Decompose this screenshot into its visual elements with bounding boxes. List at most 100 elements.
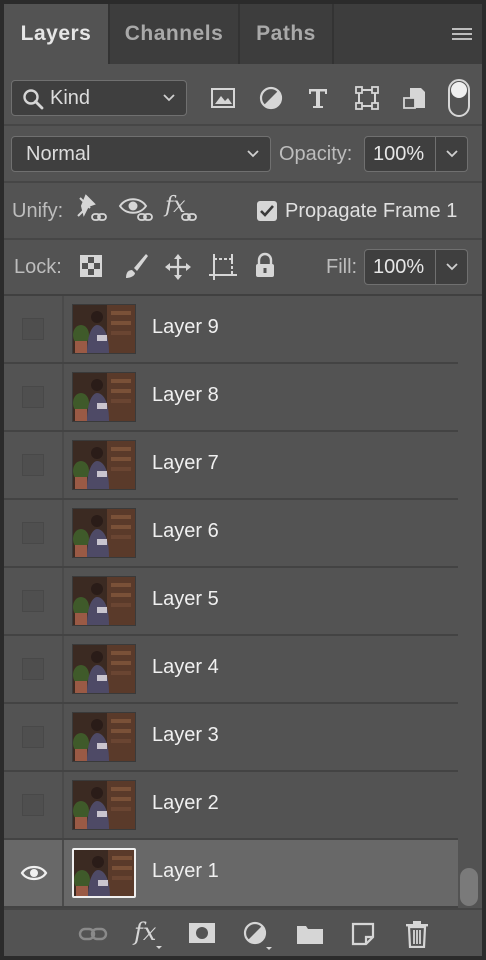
layer-row[interactable]: Layer 6 bbox=[4, 500, 458, 568]
layer-name[interactable]: Layer 5 bbox=[152, 588, 219, 611]
layer-thumbnail bbox=[72, 576, 136, 626]
chevron-down-icon bbox=[446, 150, 458, 158]
scrollbar-thumb[interactable] bbox=[460, 868, 478, 906]
unify-position-icon[interactable] bbox=[74, 194, 110, 226]
panel-menu-icon[interactable] bbox=[452, 28, 472, 42]
propagate-label: Propagate Frame 1 bbox=[285, 200, 458, 222]
layer-row[interactable]: Layer 5 bbox=[4, 568, 458, 636]
layers-panel: Layers Channels Paths Kind Normal Opacit… bbox=[4, 4, 482, 956]
type-filter-icon[interactable] bbox=[306, 85, 330, 111]
layer-visibility-toggle[interactable] bbox=[4, 772, 64, 838]
layer-thumbnail-image bbox=[73, 373, 135, 421]
propagate-checkbox[interactable] bbox=[257, 201, 277, 221]
opacity-input[interactable]: 100% bbox=[364, 136, 436, 172]
tab-layers[interactable]: Layers bbox=[4, 4, 108, 64]
lock-artboard-icon[interactable] bbox=[208, 253, 238, 281]
layer-thumbnail bbox=[72, 440, 136, 490]
visibility-empty-box bbox=[22, 590, 44, 612]
layer-visibility-toggle[interactable] bbox=[4, 636, 64, 702]
layer-thumbnail-image bbox=[73, 781, 135, 829]
chevron-down-icon bbox=[446, 263, 458, 271]
lock-position-icon[interactable] bbox=[164, 253, 192, 281]
visibility-empty-box bbox=[22, 522, 44, 544]
image-filter-icon[interactable] bbox=[210, 86, 236, 110]
visibility-empty-box bbox=[22, 794, 44, 816]
svg-text:fx: fx bbox=[132, 918, 157, 946]
lock-image-pixels-icon[interactable] bbox=[122, 252, 150, 280]
layer-visibility-toggle[interactable] bbox=[4, 840, 64, 906]
blend-mode-select[interactable]: Normal bbox=[11, 136, 271, 172]
layer-visibility-toggle[interactable] bbox=[4, 500, 64, 566]
layer-style-icon[interactable]: fx bbox=[132, 918, 166, 952]
smart-object-filter-icon[interactable] bbox=[402, 85, 428, 111]
layer-thumbnail-image bbox=[74, 850, 134, 896]
layers-list: Layer 9 Layer 8 Layer 7 Layer 6 Layer 5 … bbox=[4, 296, 458, 908]
layer-thumbnail-image bbox=[73, 645, 135, 693]
layer-thumbnail bbox=[72, 644, 136, 694]
add-mask-icon[interactable] bbox=[188, 922, 216, 944]
layer-name[interactable]: Layer 2 bbox=[152, 792, 219, 815]
filter-kind-label: Kind bbox=[50, 86, 91, 109]
layer-name[interactable]: Layer 3 bbox=[152, 724, 219, 747]
layer-name[interactable]: Layer 9 bbox=[152, 316, 219, 339]
filter-toggle-switch[interactable] bbox=[448, 79, 470, 117]
lock-all-icon[interactable] bbox=[254, 252, 276, 280]
layer-row[interactable]: Layer 3 bbox=[4, 704, 458, 772]
visibility-empty-box bbox=[22, 454, 44, 476]
link-layers-icon[interactable] bbox=[78, 924, 108, 944]
opacity-label: Opacity: bbox=[279, 143, 353, 165]
lock-transparent-pixels-icon[interactable] bbox=[80, 255, 102, 277]
layer-visibility-toggle[interactable] bbox=[4, 704, 64, 770]
layer-thumbnail-image bbox=[73, 441, 135, 489]
layer-name[interactable]: Layer 8 bbox=[152, 384, 219, 407]
layer-name[interactable]: Layer 7 bbox=[152, 452, 219, 475]
layer-name[interactable]: Layer 4 bbox=[152, 656, 219, 679]
opacity-dropdown-button[interactable] bbox=[436, 136, 468, 172]
fill-dropdown-button[interactable] bbox=[436, 249, 468, 285]
eye-icon bbox=[20, 865, 48, 881]
layer-visibility-toggle[interactable] bbox=[4, 432, 64, 498]
lock-label: Lock: bbox=[14, 256, 62, 278]
trash-icon[interactable] bbox=[404, 920, 430, 948]
layer-visibility-toggle[interactable] bbox=[4, 364, 64, 430]
fill-label: Fill: bbox=[326, 256, 358, 278]
layer-name[interactable]: Layer 6 bbox=[152, 520, 219, 543]
shape-filter-icon[interactable] bbox=[354, 85, 380, 111]
layer-row[interactable]: Layer 7 bbox=[4, 432, 458, 500]
tab-paths[interactable]: Paths bbox=[240, 4, 332, 64]
layer-thumbnail bbox=[72, 848, 136, 898]
tab-bar: Layers Channels Paths bbox=[4, 4, 482, 64]
filter-kind-select[interactable]: Kind bbox=[11, 80, 187, 116]
layer-thumbnail bbox=[72, 304, 136, 354]
tab-channels[interactable]: Channels bbox=[110, 4, 238, 64]
new-layer-icon[interactable] bbox=[350, 921, 376, 947]
checkmark-icon bbox=[260, 205, 274, 217]
visibility-empty-box bbox=[22, 726, 44, 748]
layer-thumbnail-image bbox=[73, 305, 135, 353]
layer-row[interactable]: Layer 8 bbox=[4, 364, 458, 432]
layer-row[interactable]: Layer 4 bbox=[4, 636, 458, 704]
unify-visibility-icon[interactable] bbox=[118, 194, 156, 226]
layer-row[interactable]: Layer 1 bbox=[4, 840, 458, 908]
new-adjustment-layer-icon[interactable] bbox=[242, 920, 276, 952]
bottom-toolbar: fx bbox=[4, 908, 482, 956]
scrollbar-track[interactable] bbox=[458, 296, 482, 908]
chevron-down-icon bbox=[163, 94, 175, 102]
layer-name[interactable]: Layer 1 bbox=[152, 860, 219, 883]
layer-visibility-toggle[interactable] bbox=[4, 568, 64, 634]
layer-thumbnail-image bbox=[73, 713, 135, 761]
fill-input[interactable]: 100% bbox=[364, 249, 436, 285]
layer-thumbnail-image bbox=[73, 577, 135, 625]
chevron-down-icon bbox=[247, 150, 259, 158]
layer-thumbnail bbox=[72, 372, 136, 422]
unify-style-icon[interactable]: fx bbox=[162, 192, 202, 226]
visibility-empty-box bbox=[22, 318, 44, 340]
layer-row[interactable]: Layer 2 bbox=[4, 772, 458, 840]
layer-visibility-toggle[interactable] bbox=[4, 296, 64, 362]
layer-thumbnail bbox=[72, 712, 136, 762]
layer-row[interactable]: Layer 9 bbox=[4, 296, 458, 364]
layer-thumbnail-image bbox=[73, 509, 135, 557]
adjustment-filter-icon[interactable] bbox=[258, 85, 284, 111]
layer-thumbnail bbox=[72, 508, 136, 558]
new-group-folder-icon[interactable] bbox=[296, 923, 324, 945]
